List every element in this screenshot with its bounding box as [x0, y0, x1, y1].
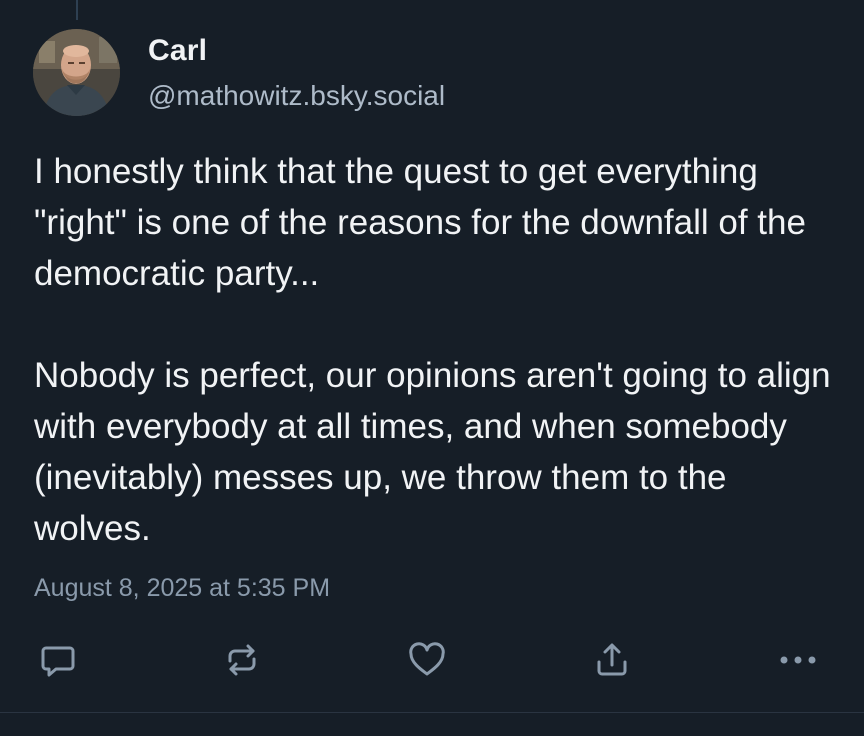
author-name[interactable]: Carl [148, 34, 207, 68]
heart-icon [409, 642, 445, 676]
post-divider [0, 712, 864, 713]
more-options-icon [780, 656, 816, 664]
reply-button[interactable] [36, 638, 80, 682]
more-options-button[interactable] [776, 638, 820, 682]
post-paragraph: Nobody is perfect, our opinions aren't g… [34, 356, 831, 548]
post-paragraph: I honestly think that the quest to get e… [34, 152, 806, 293]
avatar-photo [33, 29, 120, 116]
share-icon [597, 643, 627, 676]
repost-button[interactable] [220, 638, 264, 682]
share-button[interactable] [590, 638, 634, 682]
like-button[interactable] [405, 638, 449, 682]
avatar[interactable] [33, 29, 120, 116]
author-handle[interactable]: @mathowitz.bsky.social [148, 80, 445, 112]
repost-icon [228, 644, 256, 676]
reply-icon [41, 646, 75, 677]
post-text: I honestly think that the quest to get e… [34, 146, 834, 554]
thread-connector-line [76, 0, 78, 20]
post-timestamp: August 8, 2025 at 5:35 PM [34, 574, 331, 602]
